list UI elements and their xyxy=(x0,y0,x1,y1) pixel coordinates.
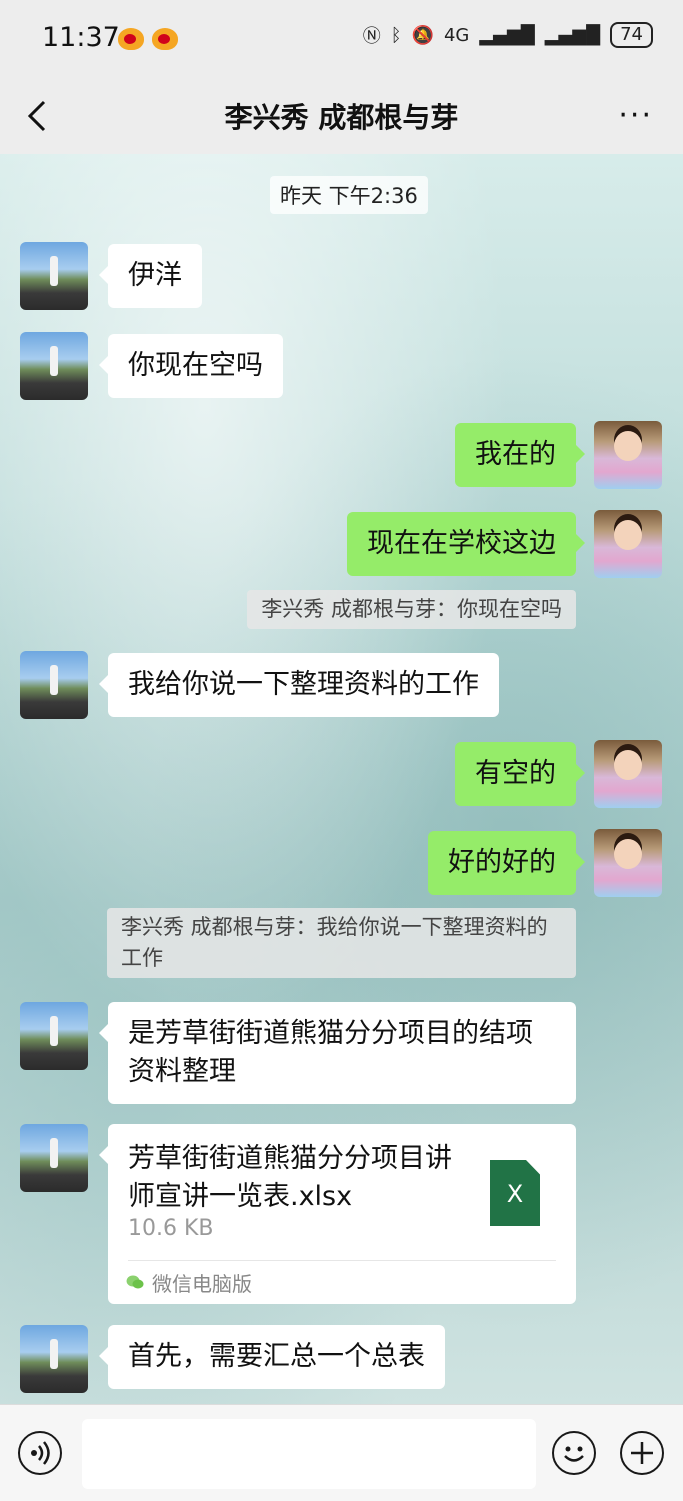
self-avatar[interactable] xyxy=(594,510,662,578)
contact-avatar[interactable] xyxy=(20,242,88,310)
quoted-reply[interactable]: 李兴秀 成都根与芽：你现在空吗 xyxy=(247,590,576,629)
weibo-notification-icon xyxy=(152,28,178,50)
wechat-icon xyxy=(126,1275,144,1289)
file-source-label: 微信电脑版 xyxy=(152,1272,252,1296)
chat-title: 李兴秀 成都根与芽 xyxy=(224,101,459,134)
contact-avatar[interactable] xyxy=(20,651,88,719)
incoming-message[interactable]: 你现在空吗 xyxy=(99,334,283,398)
excel-file-icon: X xyxy=(490,1160,540,1226)
signal-bars-icon: ▂▄▆█ xyxy=(544,24,601,46)
contact-avatar[interactable] xyxy=(20,1002,88,1070)
self-avatar[interactable] xyxy=(594,421,662,489)
file-message[interactable]: 芳草街街道熊猫分分项目讲师宣讲一览表.xlsx 10.6 KB X 微信电脑版 xyxy=(99,1124,576,1304)
chat-area[interactable]: 昨天 下午2:36 伊洋 你现在空吗 我在的 现在在学校这边 李兴秀 成都根与芽… xyxy=(0,154,683,1404)
contact-avatar[interactable] xyxy=(20,332,88,400)
self-avatar[interactable] xyxy=(594,740,662,808)
mute-icon: 🔕 xyxy=(411,24,434,46)
incoming-message[interactable]: 我给你说一下整理资料的工作 xyxy=(99,653,499,717)
quoted-reply[interactable]: 李兴秀 成都根与芽：我给你说一下整理资料的工作 xyxy=(107,908,576,978)
self-avatar[interactable] xyxy=(594,829,662,897)
signal-bars-icon: ▂▄▆█ xyxy=(479,24,535,46)
chat-header: 李兴秀 成都根与芽 ··· xyxy=(0,78,683,154)
status-bar: 11:37 Ⓝ ᛒ 🔕 4G ▂▄▆█ ▂▄▆█ 74 xyxy=(0,0,683,78)
signal-label: 4G xyxy=(443,24,470,46)
incoming-message[interactable]: 伊洋 xyxy=(99,244,202,308)
outgoing-message[interactable]: 现在在学校这边 xyxy=(347,512,585,576)
outgoing-message[interactable]: 我在的 xyxy=(455,423,585,487)
bluetooth-icon: ᛒ xyxy=(390,24,402,46)
message-timestamp: 昨天 下午2:36 xyxy=(270,176,428,214)
nfc-icon: Ⓝ xyxy=(362,26,381,47)
divider xyxy=(128,1260,556,1261)
contact-avatar[interactable] xyxy=(20,1124,88,1192)
outgoing-message[interactable]: 有空的 xyxy=(455,742,585,806)
incoming-message[interactable]: 首先，需要汇总一个总表 xyxy=(99,1325,445,1389)
more-options-button[interactable]: ··· xyxy=(618,98,653,133)
message-input[interactable] xyxy=(82,1419,536,1489)
file-size: 10.6 KB xyxy=(128,1216,214,1241)
status-icons: Ⓝ ᛒ 🔕 4G ▂▄▆█ ▂▄▆█ 74 xyxy=(363,22,653,48)
voice-input-icon[interactable] xyxy=(18,1431,62,1475)
status-time: 11:37 xyxy=(42,22,120,53)
outgoing-message[interactable]: 好的好的 xyxy=(428,831,585,895)
emoji-icon[interactable] xyxy=(552,1431,596,1475)
plus-icon[interactable] xyxy=(620,1431,664,1475)
input-bar xyxy=(0,1404,683,1501)
weibo-notification-icon xyxy=(118,28,144,50)
contact-avatar[interactable] xyxy=(20,1325,88,1393)
incoming-message[interactable]: 是芳草街街道熊猫分分项目的结项资料整理 xyxy=(99,1002,576,1104)
file-name: 芳草街街道熊猫分分项目讲师宣讲一览表.xlsx xyxy=(128,1143,452,1212)
battery-indicator: 74 xyxy=(610,22,653,48)
